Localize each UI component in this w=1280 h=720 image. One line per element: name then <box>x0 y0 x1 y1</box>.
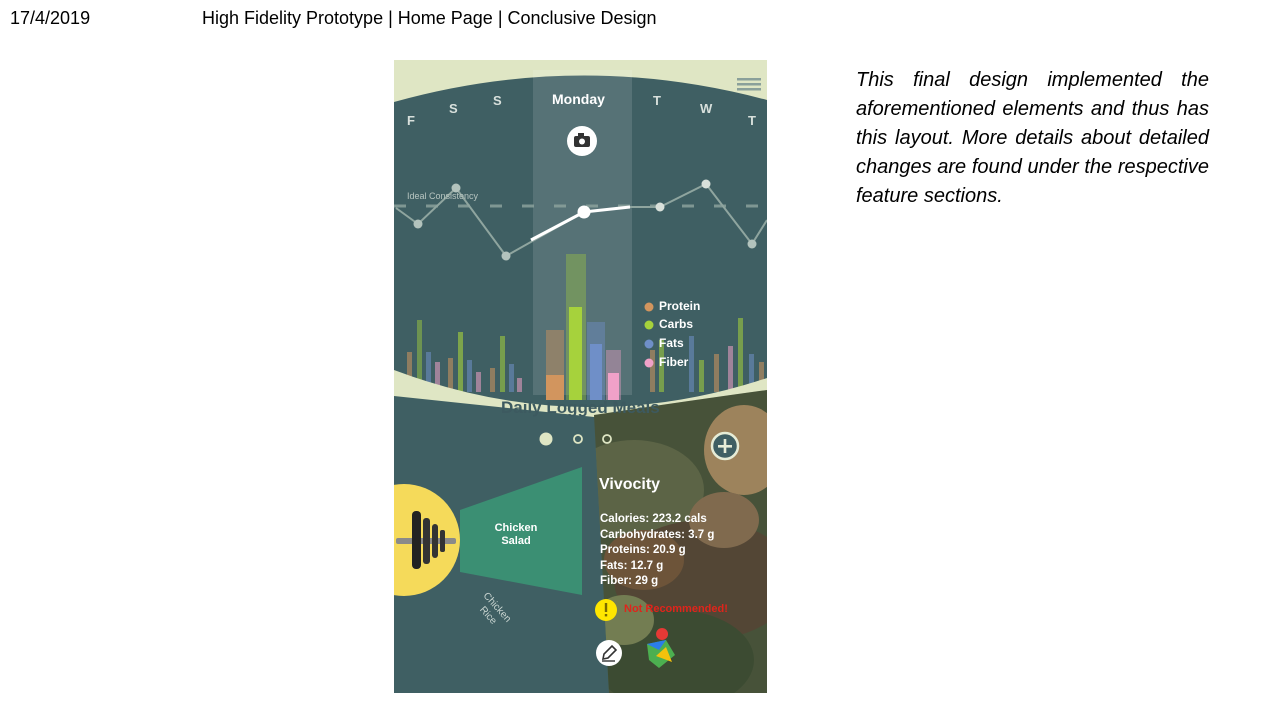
camera-icon[interactable] <box>567 126 597 156</box>
day-label-w[interactable]: W <box>700 101 712 116</box>
day-label-t2[interactable]: T <box>748 113 756 128</box>
pencil-icon[interactable] <box>596 640 622 666</box>
legend-carbs: Carbs <box>659 317 694 331</box>
nutrition-fiber: Fiber: 29 g <box>600 575 659 587</box>
meal-label-selected[interactable]: Chicken Salad <box>490 522 542 548</box>
nutrition-fats: Fats: 12.7 g <box>600 559 664 572</box>
chart-label: Ideal Consistency <box>407 191 479 201</box>
nutrition-carbohydrates: Carbohydrates: 3.7 g <box>600 528 715 541</box>
nutrition-proteins: Proteins: 20.9 g <box>600 544 686 556</box>
warning-text: Not Recommended! <box>624 603 728 615</box>
design-description: This final design implemented the aforem… <box>856 69 1209 207</box>
day-label-t1[interactable]: T <box>653 93 661 108</box>
phone-screen-graphics <box>394 60 767 693</box>
exclamation-icon <box>595 599 617 621</box>
legend-protein: Protein <box>659 299 701 313</box>
day-label-f[interactable]: F <box>407 113 415 128</box>
nutrient-bars <box>407 254 764 400</box>
slide-date: 17/4/2019 <box>10 8 91 28</box>
legend-fats: Fats <box>659 336 684 350</box>
hamburger-menu-icon[interactable] <box>737 78 761 91</box>
day-label-current[interactable]: Monday <box>552 91 605 107</box>
legend-fiber: Fiber <box>659 355 689 369</box>
slide-title: High Fidelity Prototype | Home Page | Co… <box>202 8 657 28</box>
nutrition-calories: Calories: 223.2 cals <box>600 513 707 525</box>
section-title: Daily Logged Meals <box>501 398 660 417</box>
plus-circle-icon[interactable] <box>710 431 740 461</box>
day-label-s2[interactable]: S <box>493 93 502 108</box>
nutrition-list: Calories: 223.2 cals Carbohydrates: 3.7 … <box>600 512 714 590</box>
day-label-s1[interactable]: S <box>449 101 458 116</box>
phone-mockup: F S S Monday T W T Ideal Consistency Pro… <box>394 60 767 693</box>
place-name: Vivocity <box>599 476 661 493</box>
